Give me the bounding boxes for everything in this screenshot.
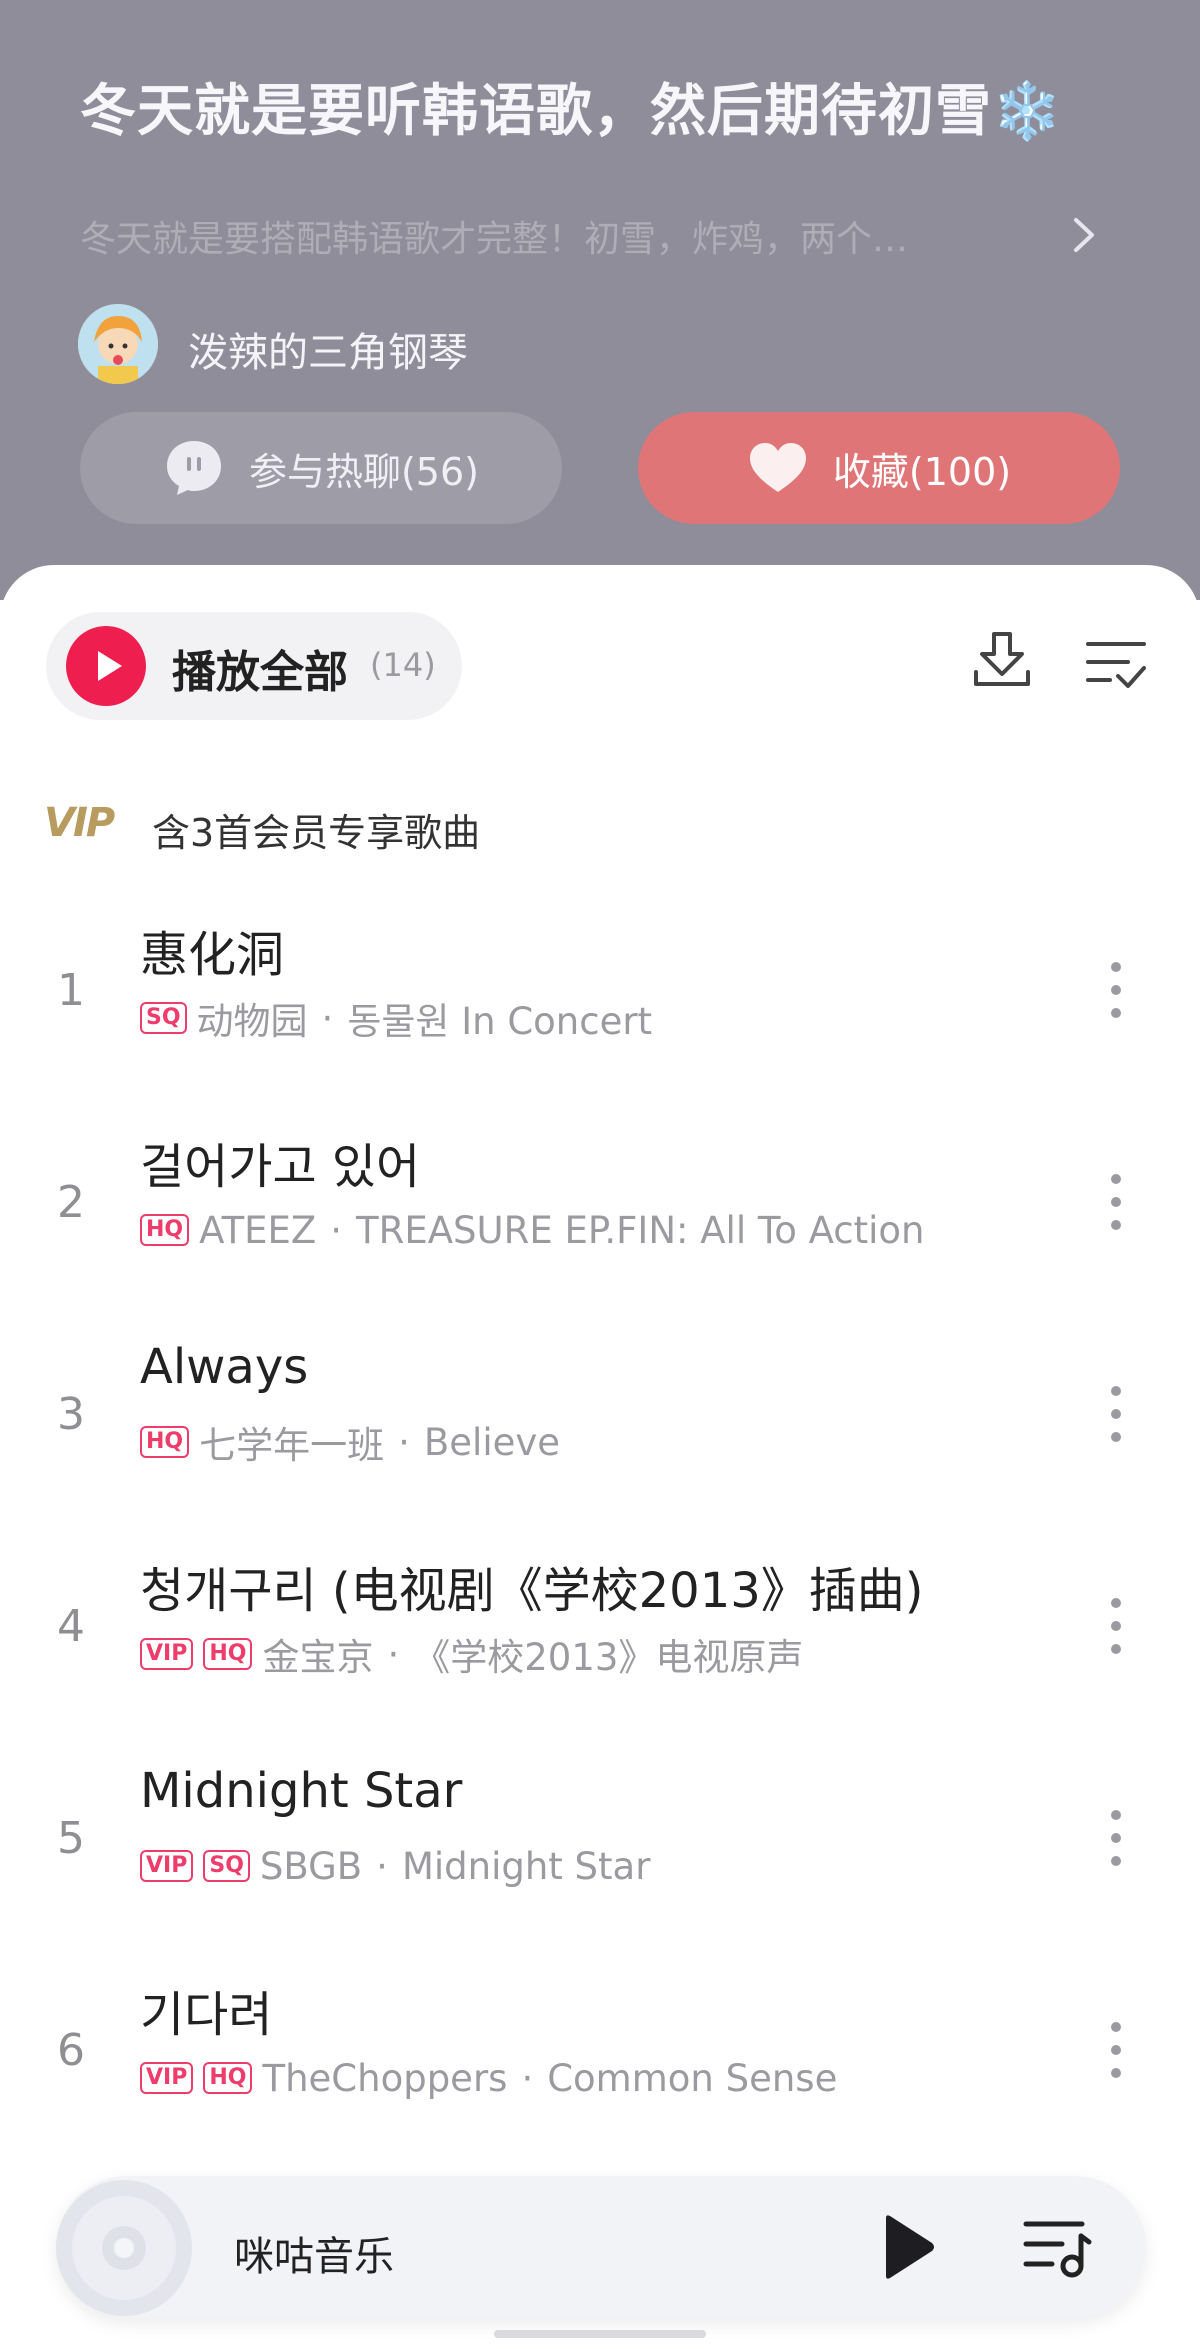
song-artist: SBGB [259,1844,363,1888]
chat-button-label: 参与热聊(56) [248,449,479,494]
quality-badge: HQ [140,1214,190,1246]
song-row[interactable]: 6 기다려 VIP HQ TheChoppers · Common Sense [0,1965,1200,2177]
song-subtitle: VIP HQ TheChoppers · Common Sense [140,2053,1070,2103]
song-artist: ATEEZ [199,1208,317,1252]
song-row[interactable]: 1 惠化洞 SQ 动物园 · 동물원 In Concert [0,905,1200,1117]
play-icon[interactable] [878,2212,938,2282]
player-title[interactable]: 咪咕音乐 [234,2224,394,2282]
song-subtitle: VIP HQ 金宝京 · 《学校2013》电视原声 [140,1629,1070,1679]
play-circle-icon[interactable] [66,626,146,706]
song-title: 걸어가고 있어 [140,1139,421,1195]
song-title: Midnight Star [140,1763,463,1819]
vip-logo: VIP [44,800,115,846]
separator: · [376,1844,388,1888]
quality-badge: HQ [203,2062,253,2094]
quality-badge: HQ [203,1638,253,1670]
quality-badge: SQ [140,1002,187,1034]
chat-bubble-icon [166,441,221,495]
song-index: 4 [57,1601,85,1652]
more-vertical-icon[interactable] [1100,2019,1132,2081]
song-subtitle: SQ 动物园 · 동물원 In Concert [140,993,1070,1043]
vip-badge: VIP [140,1850,194,1882]
song-artist: 动物园 [196,1000,308,1043]
more-vertical-icon[interactable] [1100,959,1132,1021]
favorite-button-label: 收藏(100) [832,449,1012,494]
separator: · [321,996,334,1040]
song-index: 5 [57,1813,85,1864]
song-row[interactable]: 4 청개구리 (电视剧《学校2013》插曲) VIP HQ 金宝京 · 《学校2… [0,1541,1200,1753]
separator: · [521,2056,534,2100]
song-artist: 七学年一班 [199,1424,385,1467]
playlist-description[interactable]: 冬天就是要搭配韩语歌才完整！初雪，炸鸡，两个… [80,210,1020,262]
more-vertical-icon[interactable] [1100,1807,1132,1869]
playlist-title: 冬天就是要听韩语歌，然后期待初雪❄️ [80,79,1063,144]
more-vertical-icon[interactable] [1100,1383,1132,1445]
creator-avatar[interactable] [78,304,158,384]
song-index: 2 [57,1177,85,1228]
more-vertical-icon[interactable] [1100,1595,1132,1657]
song-album: Midnight Star [401,1844,651,1888]
mini-player[interactable] [56,2176,1146,2318]
creator-name[interactable]: 泼辣的三角钢琴 [188,320,468,378]
song-subtitle: HQ ATEEZ · TREASURE EP.FIN: All To Actio… [140,1205,1070,1255]
song-artist: TheChoppers [262,2056,508,2100]
chevron-right-icon[interactable] [1064,210,1104,260]
song-title: 청개구리 (电视剧《学校2013》插曲) [140,1563,924,1619]
quality-badge: HQ [140,1426,190,1458]
song-title: 惠化洞 [140,927,285,983]
separator: · [330,1208,343,1252]
song-index: 6 [57,2025,85,2076]
song-row[interactable]: 2 걸어가고 있어 HQ ATEEZ · TREASURE EP.FIN: Al… [0,1117,1200,1329]
download-icon[interactable] [970,628,1034,692]
vip-notice-text[interactable]: 含3首会员专享歌曲 [152,802,480,857]
separator: · [398,1420,410,1464]
favorite-button[interactable]: 收藏(100) [638,412,1120,524]
vip-badge: VIP [140,1638,194,1670]
heart-icon [749,443,806,492]
play-all-label[interactable]: 播放全部 [172,636,348,700]
separator: · [387,1632,400,1676]
song-count: (14) [370,646,436,684]
song-album: 동물원 In Concert [347,1000,653,1043]
song-album: 《学校2013》电视原声 [413,1636,804,1679]
snowflake-emoji: ❄️ [992,79,1063,144]
quality-badge: SQ [203,1850,250,1882]
song-album: Common Sense [547,2056,838,2100]
song-row[interactable]: 3 Always HQ 七学年一班 · Believe [0,1329,1200,1541]
home-indicator[interactable] [494,2330,706,2338]
song-album: Believe [423,1420,561,1464]
song-title: Always [140,1339,309,1395]
playlist-icon[interactable] [1022,2216,1092,2278]
vip-badge: VIP [140,2062,194,2094]
chat-button[interactable]: 参与热聊(56) [80,412,562,524]
more-vertical-icon[interactable] [1100,1171,1132,1233]
song-subtitle: VIP SQ SBGB · Midnight Star [140,1841,1070,1891]
song-album: TREASURE EP.FIN: All To Action [356,1208,925,1252]
song-index: 1 [57,965,85,1016]
song-subtitle: HQ 七学年一班 · Believe [140,1417,1070,1467]
song-artist: 金宝京 [262,1636,374,1679]
song-row[interactable]: 5 Midnight Star VIP SQ SBGB · Midnight S… [0,1753,1200,1965]
multi-select-icon[interactable] [1084,636,1148,692]
song-title: 기다려 [140,1987,273,2043]
disc-icon[interactable] [54,2178,194,2318]
song-index: 3 [57,1389,85,1440]
